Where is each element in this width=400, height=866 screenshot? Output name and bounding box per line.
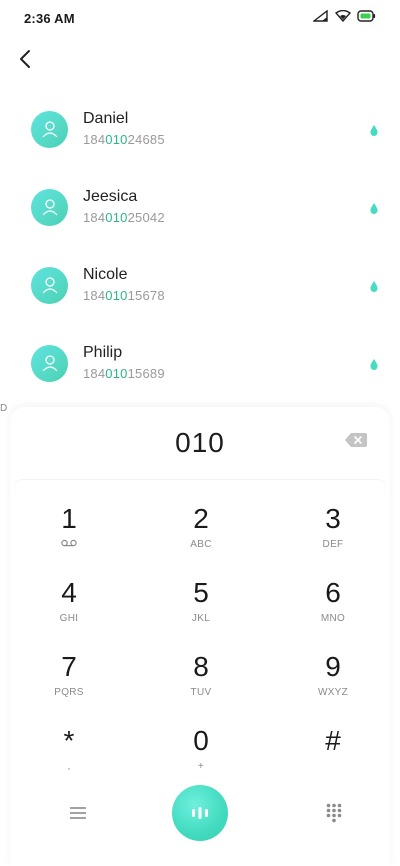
number-match: 010	[105, 210, 128, 225]
menu-icon	[70, 807, 86, 819]
contact-avatar	[31, 344, 68, 382]
contact-text: Jeesica 18401025042	[83, 187, 380, 227]
contact-row[interactable]: Philip 18401015689	[0, 324, 400, 402]
key-letters: WXYZ	[317, 687, 349, 698]
number-match: 010	[105, 366, 128, 381]
contact-number: 18401025042	[83, 209, 380, 227]
key-letters: MNO	[320, 613, 346, 624]
key-letters: +	[197, 761, 205, 772]
number-suffix: 24685	[127, 132, 165, 147]
key-6[interactable]: 6 MNO	[283, 577, 383, 643]
dialpad-icon	[326, 803, 342, 823]
person-icon	[42, 277, 57, 294]
number-match: 010	[105, 132, 128, 147]
contact-suggestion-list: Daniel 18401024685 Jeesica 18401025042 N…	[0, 90, 400, 402]
status-time: 2:36 AM	[24, 10, 75, 26]
key-digit: 8	[193, 651, 209, 682]
key-1[interactable]: 1	[19, 503, 119, 569]
contact-name: Nicole	[83, 266, 128, 283]
key-8[interactable]: 8 TUV	[151, 651, 251, 717]
key-9[interactable]: 9 WXYZ	[283, 651, 383, 717]
key-letters: ,	[67, 761, 71, 772]
wifi-icon	[334, 9, 352, 27]
contact-number: 18401015678	[83, 287, 380, 305]
contact-text: Nicole 18401015678	[83, 265, 380, 305]
key-5[interactable]: 5 JKL	[151, 577, 251, 643]
back-button[interactable]	[12, 46, 38, 72]
key-digit: 1	[61, 503, 77, 534]
dialer-screen: 2:36 AM Daniel 18401024685 Jeesica 18401…	[0, 0, 400, 866]
menu-button[interactable]	[66, 801, 90, 825]
number-suffix: 15689	[127, 366, 165, 381]
key-7[interactable]: 7 PQRS	[19, 651, 119, 717]
backspace-icon	[345, 433, 367, 447]
contact-name: Philip	[83, 344, 123, 361]
contact-name: Jeesica	[83, 188, 138, 205]
number-match: 010	[105, 288, 128, 303]
voicemail-icon	[19, 538, 119, 552]
key-digit: 9	[325, 651, 341, 682]
key-3[interactable]: 3 DEF	[283, 503, 383, 569]
battery-icon	[357, 9, 376, 27]
contact-row[interactable]: Daniel 18401024685	[0, 90, 400, 168]
number-prefix: 184	[83, 210, 106, 225]
number-prefix: 184	[83, 132, 106, 147]
dialpad-toggle-button[interactable]	[322, 801, 346, 825]
key-digit: 0	[193, 725, 209, 756]
person-icon	[42, 199, 57, 216]
number-suffix: 15678	[127, 288, 165, 303]
call-button[interactable]	[172, 785, 228, 841]
key-digit: 2	[193, 503, 209, 534]
status-icons	[311, 9, 376, 27]
index-letter: D	[0, 403, 8, 414]
contact-avatar	[31, 110, 68, 148]
person-icon	[42, 355, 57, 372]
dialed-number: 010	[175, 427, 225, 458]
keypad: 1 2 ABC 3 DEF 4 GHI 5 JKL 6 MNO 7 PQRS 8…	[10, 479, 390, 779]
status-bar: 2:36 AM	[0, 0, 400, 36]
contact-text: Daniel 18401024685	[83, 109, 380, 149]
key-letters: TUV	[190, 687, 212, 698]
contact-name: Daniel	[83, 110, 129, 127]
key-letters: ABC	[190, 539, 212, 550]
contact-row[interactable]: Jeesica 18401025042	[0, 168, 400, 246]
key-digit: 6	[325, 577, 341, 608]
chevron-left-icon	[20, 50, 30, 68]
key-4[interactable]: 4 GHI	[19, 577, 119, 643]
contact-number: 18401015689	[83, 365, 380, 383]
dialer-bottom-bar	[10, 779, 390, 849]
dial-panel: 010 1 2 ABC 3 DEF 4 GHI 5 JKL 6 MNO 7 PQ…	[10, 407, 390, 866]
sim-drop-icon	[370, 357, 378, 375]
key-digit: 7	[61, 651, 77, 682]
call-bars-icon	[192, 807, 208, 819]
key-digit: *	[63, 725, 75, 756]
key-2[interactable]: 2 ABC	[151, 503, 251, 569]
key-letters: DEF	[322, 539, 344, 550]
key-digit: 3	[325, 503, 341, 534]
contact-row[interactable]: Nicole 18401015678	[0, 246, 400, 324]
key-letters: GHI	[59, 613, 79, 624]
sim-drop-icon	[370, 279, 378, 297]
key-letters: JKL	[191, 613, 211, 624]
key-digit: 5	[193, 577, 209, 608]
sim-drop-icon	[370, 123, 378, 141]
contact-text: Philip 18401015689	[83, 343, 380, 383]
contact-avatar	[31, 188, 68, 226]
number-suffix: 25042	[127, 210, 165, 225]
signal-icon	[311, 9, 329, 27]
backspace-button[interactable]	[344, 431, 368, 449]
number-prefix: 184	[83, 366, 106, 381]
key-letters: PQRS	[54, 687, 84, 698]
contact-avatar	[31, 266, 68, 304]
sim-drop-icon	[370, 201, 378, 219]
contact-number: 18401024685	[83, 131, 380, 149]
person-icon	[42, 121, 57, 138]
key-digit: #	[325, 725, 341, 756]
number-prefix: 184	[83, 288, 106, 303]
key-digit: 4	[61, 577, 77, 608]
